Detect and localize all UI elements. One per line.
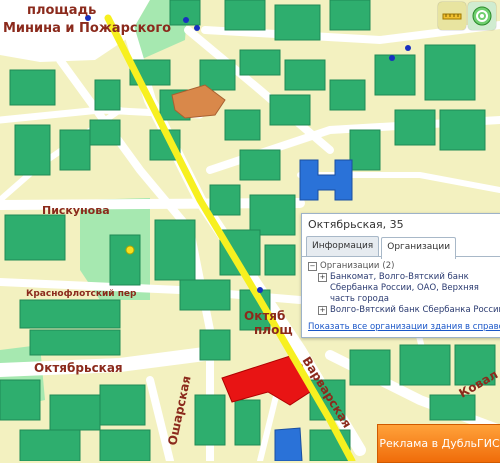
collapse-icon[interactable]: −: [308, 262, 317, 271]
ruler-icon: [441, 5, 463, 27]
label-piskunova: Пискунова: [42, 204, 110, 217]
building-info-popup: Октябрьская, 35 Информация Организации −…: [301, 213, 500, 338]
organizations-group[interactable]: − Организации (2): [308, 261, 495, 272]
expand-icon[interactable]: +: [318, 306, 327, 315]
globe-tool-button[interactable]: [468, 2, 496, 30]
tab-information[interactable]: Информация: [306, 236, 379, 256]
organizations-group-label: Организации: [320, 261, 379, 272]
label-krasnoflot: Краснофлотский пер: [26, 289, 137, 299]
tab-organizations[interactable]: Организации: [381, 237, 456, 259]
advertising-button[interactable]: Реклама в ДубльГИС: [377, 424, 500, 463]
organizations-panel: − Организации (2) + Банкомат, Волго-Вятс…: [302, 257, 500, 337]
organization-item[interactable]: + Волго-Вятский банк Сбербанка России, О: [318, 305, 495, 316]
organizations-count: (2): [382, 261, 394, 272]
organization-name[interactable]: Волго-Вятский банк Сбербанка России, О: [330, 305, 500, 316]
show-all-organizations-link[interactable]: Показать все организации здания в справо…: [308, 322, 495, 333]
popup-tabs: Информация Организации: [302, 236, 500, 257]
label-minin: Минина и Пожарского: [3, 21, 171, 36]
ruler-tool-button[interactable]: [438, 2, 466, 30]
organization-name[interactable]: Банкомат, Волго-Вятский банк Сбербанка Р…: [330, 272, 495, 305]
label-oktyabrskaya: Октябрьская: [34, 361, 123, 375]
label-oktyabr-ploshch-b: площ: [254, 323, 293, 337]
organization-item[interactable]: + Банкомат, Волго-Вятский банк Сбербанка…: [318, 272, 495, 305]
blue-building: [275, 428, 302, 461]
map-toolbar: [438, 2, 496, 30]
label-oktyabr-ploshch-a: Октяб: [244, 309, 285, 323]
globe-icon: [471, 5, 493, 27]
expand-icon[interactable]: +: [318, 273, 327, 282]
label-ploshchad: площадь: [27, 3, 96, 18]
popup-title: Октябрьская, 35: [302, 214, 500, 236]
poi-marker: [126, 246, 134, 254]
